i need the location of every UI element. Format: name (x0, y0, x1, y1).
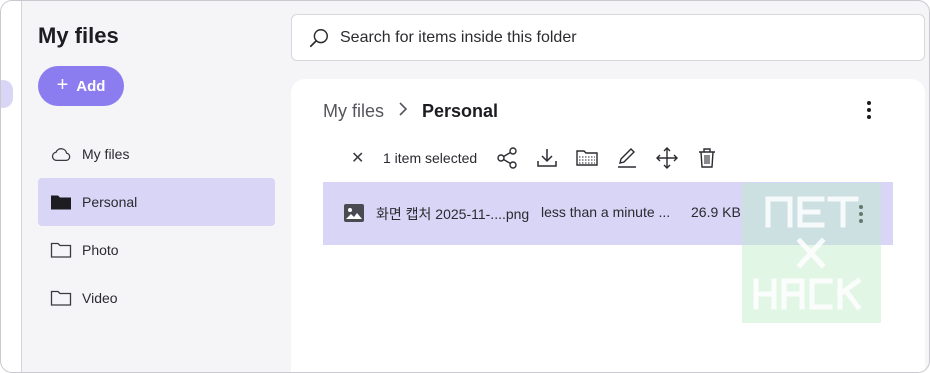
sidebar-item-label: My files (82, 146, 130, 162)
add-button[interactable]: + Add (38, 66, 124, 106)
move-arrows-icon[interactable] (655, 146, 679, 170)
rename-pencil-icon[interactable] (615, 146, 639, 170)
file-size: 26.9 KB (691, 204, 741, 220)
clear-selection-icon[interactable]: ✕ (351, 148, 367, 168)
folder-icon (50, 290, 72, 306)
sidebar-item-personal[interactable]: Personal (38, 178, 275, 226)
folder-filled-icon (51, 195, 71, 210)
search-icon (309, 28, 328, 47)
sidebar-title: My files (38, 23, 119, 48)
app-window: My files + Add My files Personal Photo V… (0, 0, 930, 373)
breadcrumb-root[interactable]: My files (323, 101, 384, 122)
rail-toggle[interactable] (1, 80, 13, 108)
sidebar-item-label: Photo (82, 242, 119, 258)
breadcrumb: My files Personal (323, 101, 498, 122)
sidebar-item-my-files[interactable]: My files (38, 130, 275, 178)
trash-icon[interactable] (695, 146, 719, 170)
search-input[interactable]: Search for items inside this folder (340, 29, 577, 47)
netxhack-watermark-logo (742, 183, 881, 323)
more-options-icon[interactable] (859, 98, 879, 122)
chevron-right-icon (398, 102, 408, 121)
folder-move-icon[interactable] (575, 146, 599, 170)
download-icon[interactable] (535, 146, 559, 170)
breadcrumb-current: Personal (422, 101, 499, 121)
selection-count: 1 item selected (383, 150, 478, 166)
folder-icon (50, 242, 72, 258)
cloud-icon (51, 148, 71, 162)
plus-icon: + (56, 74, 69, 96)
sidebar-item-label: Video (82, 290, 118, 306)
sidebar-item-video[interactable]: Video (38, 274, 275, 322)
search-bar[interactable]: Search for items inside this folder (291, 14, 925, 61)
file-name: 화면 캡처 2025-11-....png (376, 206, 530, 222)
add-button-label: Add (76, 77, 106, 95)
collapsed-rail (1, 1, 22, 372)
sidebar-item-photo[interactable]: Photo (38, 226, 275, 274)
file-modified: less than a minute ... (541, 204, 671, 220)
selection-toolbar: ✕ 1 item selected (351, 145, 735, 171)
sidebar: My files + Add My files Personal Photo V… (23, 1, 289, 372)
image-file-icon (344, 204, 364, 222)
sidebar-item-label: Personal (82, 194, 138, 210)
share-icon[interactable] (495, 146, 519, 170)
